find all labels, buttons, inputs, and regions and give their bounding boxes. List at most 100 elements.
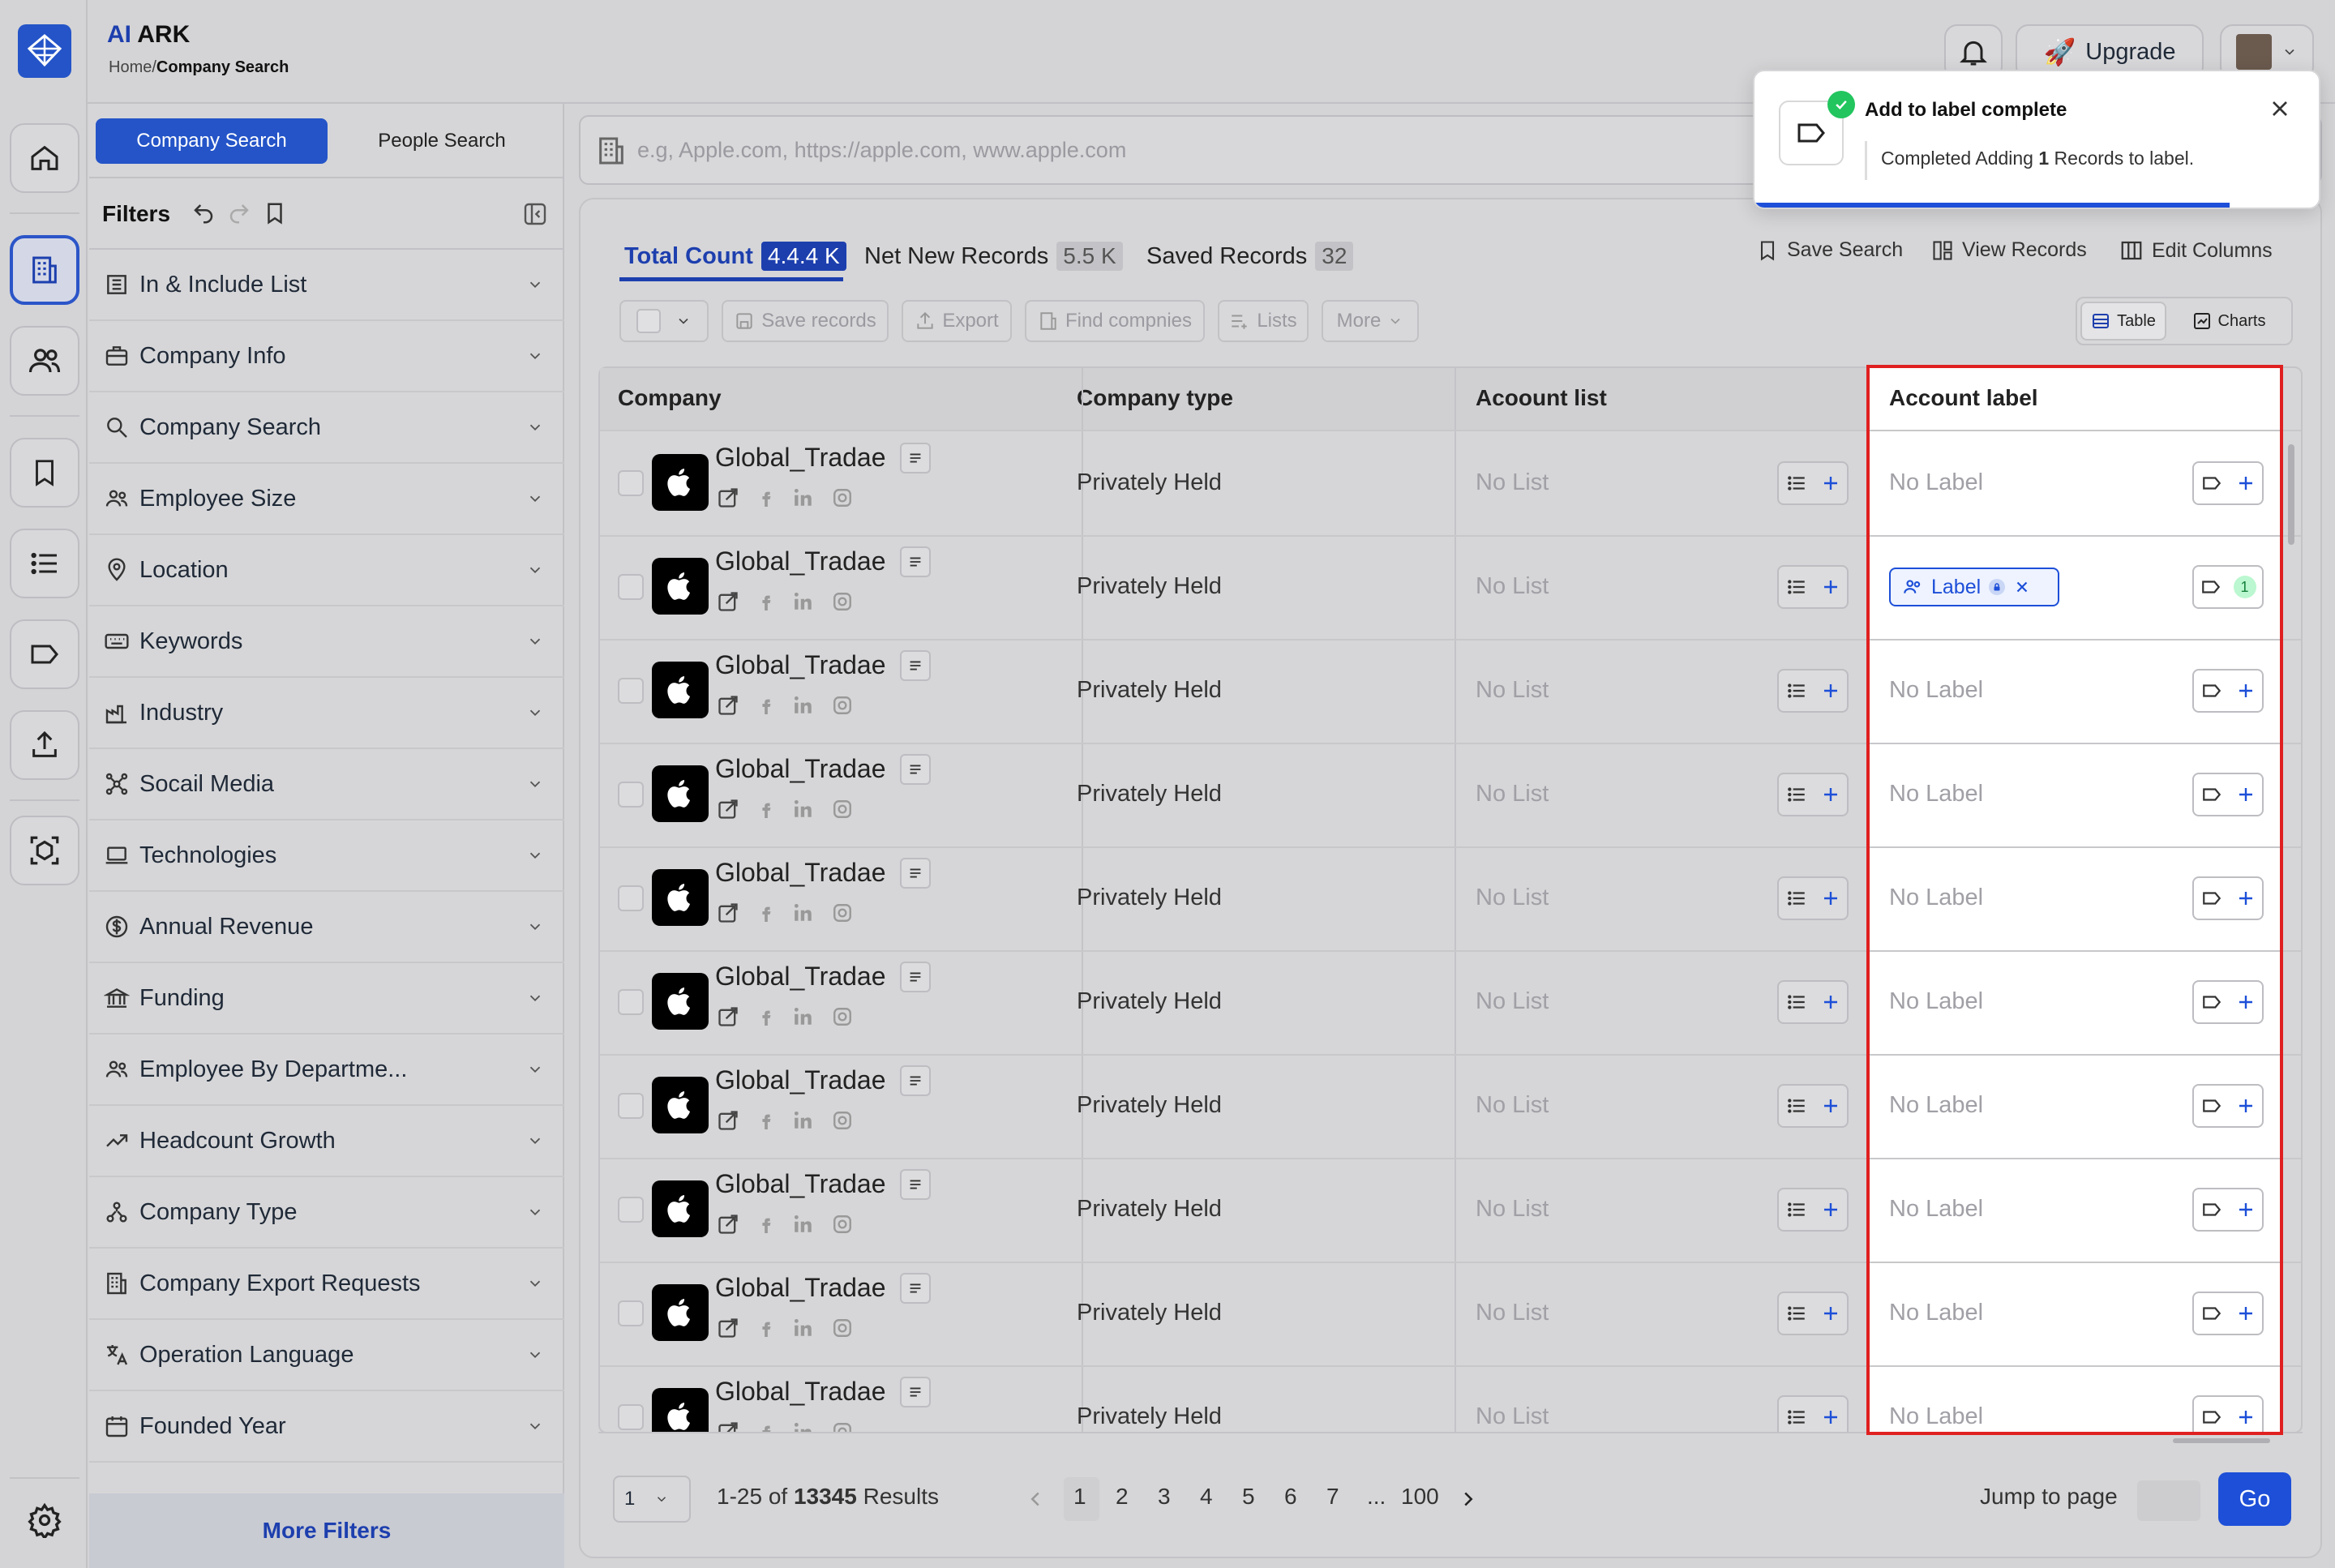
expand-chevron[interactable] [519, 1196, 551, 1228]
page-last[interactable]: 100 [1401, 1484, 1439, 1510]
chevron-right-icon[interactable] [1456, 1487, 1480, 1511]
instagram-icon[interactable] [832, 487, 853, 508]
settings-nav-button[interactable] [10, 1485, 79, 1555]
instagram-icon[interactable] [832, 591, 853, 612]
linkedin-icon[interactable] [793, 902, 814, 923]
linkedin-icon[interactable] [793, 799, 814, 820]
edit-columns-button[interactable]: Edit Columns [2119, 238, 2273, 263]
facebook-icon[interactable] [757, 1110, 775, 1131]
company-name[interactable]: Global_Tradae [715, 443, 886, 473]
column-header-account-list[interactable]: Acoount list [1476, 366, 1607, 430]
expand-chevron[interactable] [519, 910, 551, 943]
filter-item[interactable]: Founded Year [89, 1391, 564, 1463]
add-to-list-button[interactable] [1777, 876, 1849, 920]
notes-button[interactable] [900, 754, 931, 785]
company-name[interactable]: Global_Tradae [715, 546, 886, 576]
company-name[interactable]: Global_Tradae [715, 1377, 886, 1407]
external-link-icon[interactable] [717, 902, 739, 924]
facebook-icon[interactable] [757, 799, 775, 820]
upload-nav-button[interactable] [10, 710, 79, 780]
add-to-list-button[interactable] [1777, 669, 1849, 713]
breadcrumb-home[interactable]: Home/ [109, 58, 156, 76]
row-checkbox[interactable] [618, 678, 644, 704]
tab-total-count[interactable]: Total Count 4.4.4 K [624, 242, 846, 271]
row-checkbox[interactable] [618, 470, 644, 496]
add-to-list-button[interactable] [1777, 773, 1849, 816]
lists-button[interactable]: Lists [1218, 300, 1309, 342]
notes-button[interactable] [900, 962, 931, 992]
filter-item[interactable]: Operation Language [89, 1320, 564, 1391]
filter-item[interactable]: Company Search [89, 392, 564, 464]
external-link-icon[interactable] [717, 694, 739, 717]
page-number[interactable]: 5 [1242, 1484, 1255, 1510]
filter-item[interactable]: In & Include List [89, 250, 564, 321]
company-name[interactable]: Global_Tradae [715, 858, 886, 888]
external-link-icon[interactable] [717, 590, 739, 613]
filter-item[interactable]: Location [89, 535, 564, 606]
facebook-icon[interactable] [757, 1317, 775, 1339]
page-number[interactable]: 6 [1284, 1484, 1297, 1510]
redo-icon[interactable] [227, 201, 251, 225]
tab-saved-records[interactable]: Saved Records 32 [1146, 242, 1354, 271]
expand-chevron[interactable] [519, 839, 551, 872]
select-all-dropdown[interactable] [619, 300, 709, 342]
row-checkbox[interactable] [618, 782, 644, 808]
filter-item[interactable]: Keywords [89, 606, 564, 678]
expand-chevron[interactable] [519, 1410, 551, 1442]
collapse-panel-icon[interactable] [522, 201, 548, 227]
instagram-icon[interactable] [832, 695, 853, 716]
save-search-button[interactable]: Save Search [1756, 238, 1903, 262]
company-name[interactable]: Global_Tradae [715, 1169, 886, 1199]
filter-item[interactable]: Company Export Requests [89, 1249, 564, 1320]
filter-item[interactable]: Headcount Growth [89, 1106, 564, 1177]
page-number[interactable]: 2 [1116, 1484, 1129, 1510]
expand-chevron[interactable] [519, 696, 551, 729]
page-number[interactable]: 3 [1158, 1484, 1171, 1510]
chevron-left-icon[interactable] [1023, 1487, 1048, 1511]
linkedin-icon[interactable] [793, 591, 814, 612]
tab-net-new-records[interactable]: Net New Records 5.5 K [864, 242, 1123, 271]
linkedin-icon[interactable] [793, 487, 814, 508]
row-checkbox[interactable] [618, 574, 644, 600]
external-link-icon[interactable] [717, 486, 739, 509]
integrations-nav-button[interactable] [10, 816, 79, 885]
filter-item[interactable]: Company Info [89, 321, 564, 392]
charts-view-button[interactable]: Charts [2181, 302, 2277, 341]
row-checkbox[interactable] [618, 1404, 644, 1430]
instagram-icon[interactable] [832, 799, 853, 820]
notes-button[interactable] [900, 1169, 931, 1200]
row-checkbox[interactable] [618, 989, 644, 1015]
notes-button[interactable] [900, 858, 931, 889]
row-checkbox[interactable] [618, 1197, 644, 1223]
vertical-scrollbar[interactable] [2288, 444, 2294, 545]
column-header-company[interactable]: Company [618, 366, 722, 430]
linkedin-icon[interactable] [793, 1110, 814, 1131]
expand-chevron[interactable] [519, 268, 551, 301]
company-name[interactable]: Global_Tradae [715, 1065, 886, 1095]
people-nav-button[interactable] [10, 326, 79, 396]
tab-company-search[interactable]: Company Search [96, 118, 328, 164]
external-link-icon[interactable] [717, 1213, 739, 1236]
company-name[interactable]: Global_Tradae [715, 1273, 886, 1303]
filter-item[interactable]: Technologies [89, 820, 564, 892]
row-checkbox[interactable] [618, 1093, 644, 1119]
row-checkbox[interactable] [618, 885, 644, 911]
filter-item[interactable]: Company Type [89, 1177, 564, 1249]
view-records-button[interactable]: View Records [1931, 238, 2087, 262]
page-number[interactable]: 7 [1326, 1484, 1339, 1510]
column-header-company-type[interactable]: Company type [1077, 366, 1233, 430]
more-filters-button[interactable]: More Filters [89, 1493, 564, 1568]
notes-button[interactable] [900, 1273, 931, 1304]
row-checkbox[interactable] [618, 1300, 644, 1326]
close-icon[interactable] [2267, 96, 2293, 122]
notes-button[interactable] [900, 443, 931, 473]
external-link-icon[interactable] [717, 798, 739, 820]
add-to-list-button[interactable] [1777, 1292, 1849, 1335]
expand-chevron[interactable] [519, 768, 551, 800]
facebook-icon[interactable] [757, 902, 775, 923]
jump-page-input[interactable] [2137, 1480, 2200, 1521]
filter-item[interactable]: Socail Media [89, 749, 564, 820]
company-nav-button[interactable] [10, 235, 79, 305]
page-number[interactable]: 4 [1200, 1484, 1213, 1510]
linkedin-icon[interactable] [793, 1006, 814, 1027]
